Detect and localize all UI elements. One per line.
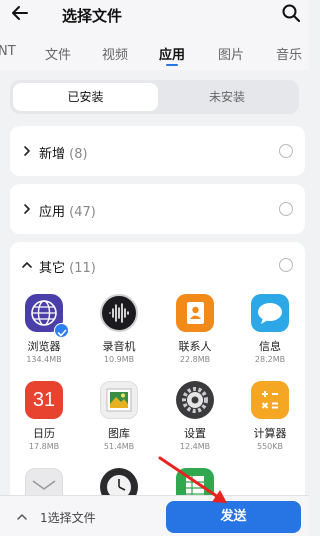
app-size: 51.4MB — [103, 442, 135, 451]
group-name: 新增 — [39, 147, 66, 162]
app-name: 图库 — [108, 427, 130, 440]
tab-nt[interactable]: NT — [0, 44, 16, 59]
group-label: 应用 (47) — [39, 201, 96, 220]
installed-segment[interactable]: 已安装 — [13, 83, 158, 111]
contacts-icon — [176, 294, 214, 332]
browser-icon — [25, 294, 69, 338]
group-count: (8) — [69, 147, 88, 162]
bottom-action-bar: 1选择文件 发送 — [0, 495, 309, 536]
chevron-up-icon[interactable] — [21, 259, 33, 271]
app-size: 550KB — [256, 442, 283, 451]
gallery-icon — [100, 381, 138, 419]
app-item[interactable]: 录音机 10.9MB — [89, 294, 149, 364]
app-size: 134.4MB — [26, 355, 62, 364]
tab-files[interactable]: 文件 — [45, 44, 71, 63]
group-count: (11) — [69, 261, 96, 276]
tab-videos[interactable]: 视频 — [102, 44, 128, 63]
chevron-right-icon — [24, 146, 30, 156]
group-select-checkbox[interactable] — [279, 202, 293, 216]
chevron-up-icon[interactable] — [16, 511, 28, 523]
group-label: 新增 (8) — [39, 143, 88, 162]
app-name: 信息 — [259, 340, 281, 353]
calendar-day: 31 — [32, 389, 56, 411]
app-item[interactable]: 浏览器 134.4MB — [14, 294, 74, 364]
tab-images[interactable]: 图片 — [218, 44, 244, 63]
app-size: 17.8MB — [28, 442, 60, 451]
app-size: 28.2MB — [254, 355, 286, 364]
app-name: 计算器 — [253, 427, 287, 440]
group-count: (47) — [69, 205, 96, 220]
group-name: 应用 — [39, 205, 66, 220]
group-new[interactable]: 新增 (8) — [10, 126, 305, 176]
active-tab-indicator — [166, 64, 178, 66]
search-icon[interactable] — [281, 3, 301, 23]
selected-count-label[interactable]: 1选择文件 — [40, 509, 96, 526]
app-name: 设置 — [184, 427, 206, 440]
page-title: 选择文件 — [62, 7, 123, 25]
app-name: 日历 — [33, 427, 55, 440]
group-select-checkbox[interactable] — [279, 258, 293, 272]
messages-icon — [251, 294, 289, 332]
install-filter: 已安装 未安装 — [10, 80, 299, 114]
group-other: 其它 (11) 浏览器 134.4MB 录音机 10.9MB 联系人 22.8M… — [10, 242, 305, 536]
calendar-icon: 31 — [25, 381, 63, 419]
app-size: 12.4MB — [179, 442, 211, 451]
app-item[interactable]: 31 日历 17.8MB — [14, 381, 74, 451]
settings-icon — [176, 381, 214, 419]
group-apps[interactable]: 应用 (47) — [10, 184, 305, 234]
app-name: 录音机 — [102, 340, 136, 353]
app-item[interactable]: 信息 28.2MB — [240, 294, 300, 364]
app-size: 22.8MB — [179, 355, 211, 364]
chevron-right-icon — [24, 204, 30, 214]
not-installed-segment[interactable]: 未安装 — [158, 83, 296, 111]
app-size: 10.9MB — [103, 355, 135, 364]
selected-check-icon — [54, 323, 69, 338]
category-tabs: NT 文件 视频 应用 图片 音乐 — [0, 30, 309, 70]
send-button[interactable]: 发送 — [166, 501, 301, 533]
back-arrow-icon[interactable] — [10, 3, 30, 23]
app-item[interactable]: 图库 51.4MB — [89, 381, 149, 451]
file-picker-screen: 选择文件 NT 文件 视频 应用 图片 音乐 已安装 未安装 新增 (8) 应用… — [0, 0, 309, 536]
app-item[interactable]: 计算器 550KB — [240, 381, 300, 451]
group-name: 其它 — [39, 261, 66, 276]
tab-apps[interactable]: 应用 — [159, 44, 185, 63]
calculator-icon — [251, 381, 289, 419]
tab-music[interactable]: 音乐 — [276, 44, 302, 63]
recorder-icon — [100, 294, 138, 332]
app-name: 联系人 — [178, 340, 212, 353]
group-select-checkbox[interactable] — [279, 144, 293, 158]
app-item[interactable]: 设置 12.4MB — [165, 381, 225, 451]
app-item[interactable]: 联系人 22.8MB — [165, 294, 225, 364]
app-name: 浏览器 — [27, 340, 61, 353]
group-label: 其它 (11) — [39, 257, 96, 276]
header: 选择文件 — [0, 0, 309, 30]
